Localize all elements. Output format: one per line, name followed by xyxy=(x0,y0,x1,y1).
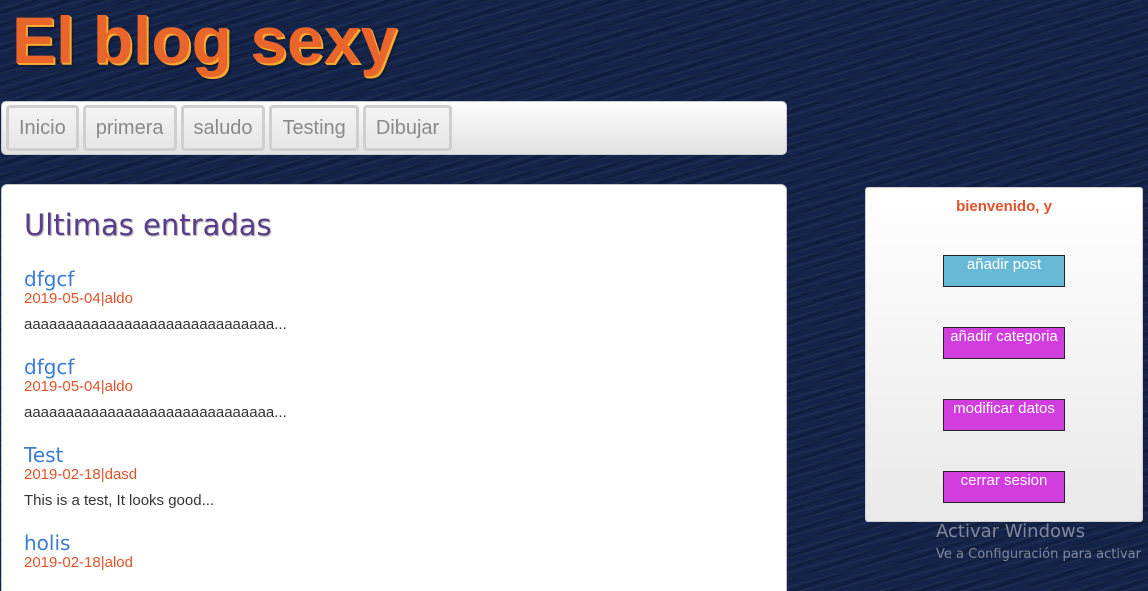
post-title-link[interactable]: dfgcf xyxy=(24,356,764,378)
add-category-button[interactable]: añadir categoria xyxy=(943,327,1065,359)
nav-item-primera[interactable]: primera xyxy=(82,105,177,151)
post-title-link[interactable]: holis xyxy=(24,532,764,554)
logout-button[interactable]: cerrar sesion xyxy=(943,471,1065,503)
post-title-link[interactable]: dfgcf xyxy=(24,268,764,290)
post-excerpt: aaaaaaaaaaaaaaaaaaaaaaaaaaaaaa... xyxy=(24,404,287,421)
nav-item-inicio[interactable]: Inicio xyxy=(6,105,79,151)
post-title-link[interactable]: Test xyxy=(24,444,764,466)
post-item: dfgcf 2019-05-04|aldo aaaaaaaaaaaaaaaaaa… xyxy=(24,356,764,422)
post-excerpt: aaaaaaaaaaaaaaaaaaaaaaaaaaaaaa... xyxy=(24,316,287,333)
post-meta: 2019-05-04|aldo xyxy=(24,290,133,307)
nav-item-testing[interactable]: Testing xyxy=(269,105,359,151)
post-meta: 2019-02-18|dasd xyxy=(24,466,138,483)
site-title: El blog sexy xyxy=(12,3,398,77)
watermark-title: Activar Windows xyxy=(936,521,1086,542)
latest-posts-heading: Ultimas entradas xyxy=(24,208,272,242)
windows-activation-watermark: Activar Windows Ve a Configuración para … xyxy=(936,521,1141,567)
main-nav: Inicio primera saludo Testing Dibujar xyxy=(1,101,787,155)
latest-posts-panel: Ultimas entradas dfgcf 2019-05-04|aldo a… xyxy=(1,184,787,591)
post-item: Test 2019-02-18|dasd This is a test, It … xyxy=(24,444,764,510)
welcome-message: bienvenido, y xyxy=(956,198,1052,215)
nav-item-saludo[interactable]: saludo xyxy=(180,105,266,151)
post-excerpt: This is a test, It looks good... xyxy=(24,492,215,509)
post-item: holis 2019-02-18|alod xyxy=(24,532,764,571)
post-item: dfgcf 2019-05-04|aldo aaaaaaaaaaaaaaaaaa… xyxy=(24,268,764,334)
post-meta: 2019-02-18|alod xyxy=(24,554,133,571)
edit-profile-button[interactable]: modificar datos xyxy=(943,399,1065,431)
watermark-subtitle: Ve a Configuración para activar xyxy=(936,547,1141,562)
add-post-button[interactable]: añadir post xyxy=(943,255,1065,287)
post-meta: 2019-05-04|aldo xyxy=(24,378,133,395)
user-sidebar: bienvenido, y añadir post añadir categor… xyxy=(865,187,1143,522)
nav-item-dibujar[interactable]: Dibujar xyxy=(362,105,453,151)
